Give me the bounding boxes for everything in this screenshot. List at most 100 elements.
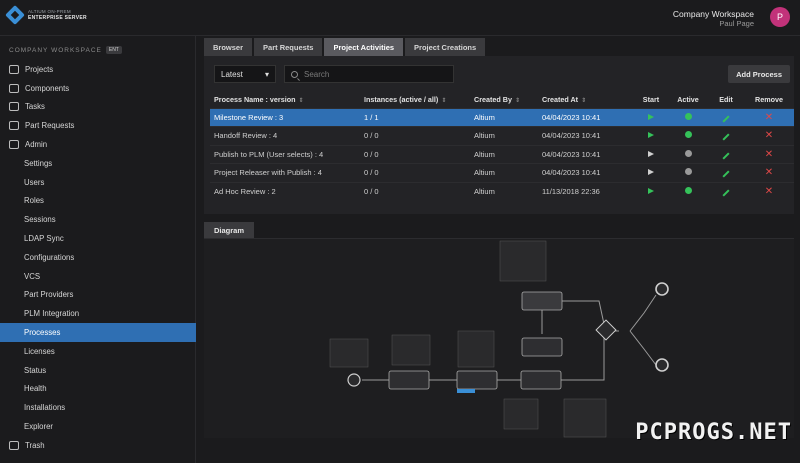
sidebar-item-tasks[interactable]: Tasks [0,98,196,117]
column-header[interactable]: Start [634,92,668,108]
start-process-icon[interactable] [648,150,654,157]
remove-icon[interactable]: ✕ [765,130,773,141]
sidebar-item-installations[interactable]: Installations [0,398,196,417]
sidebar-item-configurations[interactable]: Configurations [0,248,196,267]
task-node [456,370,498,393]
remove-icon[interactable]: ✕ [765,186,773,197]
sidebar-item-label: Processes [24,328,61,338]
sort-icon[interactable]: ⇕ [515,98,520,104]
column-header[interactable]: Created By ⇕ [470,92,538,108]
cell-name: Handoff Review : 4 [210,126,360,145]
account-info[interactable]: Company Workspace Paul Page [673,9,754,29]
search-input[interactable]: Search [284,65,454,83]
processes-panel: Latest ▾ Search Add Process Process Name… [204,56,794,214]
sidebar-item-users[interactable]: Users [0,173,196,192]
sidebar-item-components[interactable]: Components [0,79,196,98]
task-node [521,337,563,357]
sidebar-item-licenses[interactable]: Licenses [0,342,196,361]
tab-project-activities[interactable]: Project Activities [324,38,404,56]
sidebar-item-label: Users [24,177,45,187]
cell-created-at: 04/04/2023 10:41 [538,126,634,145]
cell-created-by: Altium [470,126,538,145]
edit-icon[interactable] [722,133,730,141]
column-header[interactable]: Instances (active / all) ⇕ [360,92,470,108]
remove-icon[interactable]: ✕ [765,112,773,123]
sidebar-item-sessions[interactable]: Sessions [0,210,196,229]
sidebar-item-label: Settings [24,158,53,168]
table-row[interactable]: Milestone Review : 31 / 1 Altium 04/04/202… [210,107,794,127]
cell-created-at: 04/04/2023 10:41 [538,163,634,182]
cell-name: Project Releaser with Publish : 4 [210,163,360,182]
sidebar-item-roles[interactable]: Roles [0,192,196,211]
column-header[interactable]: Remove [744,92,794,108]
workspace-heading: COMPANY WORKSPACE ENT [9,46,122,54]
filter-bar: Latest ▾ Search [214,65,454,83]
sidebar-item-status[interactable]: Status [0,361,196,380]
sidebar-item-part-providers[interactable]: Part Providers [0,286,196,305]
table-row[interactable]: Handoff Review : 40 / 0 Altium 04/04/2023 … [210,126,794,145]
sidebar-item-explorer[interactable]: Explorer [0,417,196,436]
table-row[interactable]: Ad Hoc Review : 20 / 0 Altium 11/13/2018 2… [210,181,794,201]
edit-icon[interactable] [722,189,730,197]
process-diagram[interactable] [204,238,794,438]
tab-browser[interactable]: Browser [204,38,253,56]
sidebar-item-vcs[interactable]: VCS [0,267,196,286]
tab-part-requests[interactable]: Part Requests [254,38,323,56]
sidebar-item-settings[interactable]: Settings [0,154,196,173]
start-process-icon[interactable] [648,169,654,176]
edition-badge: ENT [105,46,122,54]
end-event [655,358,669,372]
table-row[interactable]: Project Releaser with Publish : 40 / 0 Al… [210,163,794,182]
task-node [388,370,430,390]
sidebar-item-label: Explorer [24,422,54,432]
cell-created-by: Altium [470,181,538,201]
task-node [520,370,562,390]
avatar[interactable]: P [770,7,790,27]
sidebar-item-plm-integration[interactable]: PLM Integration [0,304,196,323]
start-process-icon[interactable] [648,113,654,120]
sidebar-item-health[interactable]: Health [0,380,196,399]
column-header[interactable]: Active [668,92,708,108]
version-select[interactable]: Latest ▾ [214,65,276,83]
sidebar-item-projects[interactable]: Projects [0,60,196,79]
edit-icon[interactable] [722,152,730,160]
tab-diagram[interactable]: Diagram [204,222,255,238]
sidebar-item-trash[interactable]: Trash [0,436,196,455]
watermark-text: PCPROGS.NET [635,420,792,445]
cell-created-by: Altium [470,107,538,127]
cell-instances: 0 / 0 [360,144,470,164]
add-process-button[interactable]: Add Process [728,65,790,83]
active-status-icon [684,168,692,176]
column-header[interactable]: Edit [708,92,744,108]
column-header[interactable]: Process Name : version ⇕ [210,92,360,108]
cell-name: Ad Hoc Review : 2 [210,181,360,201]
sort-icon[interactable]: ⇕ [441,98,446,104]
table-row[interactable]: Publish to PLM (User selects) : 40 / 0 Al… [210,144,794,164]
sidebar-item-part-requests[interactable]: Part Requests [0,116,196,135]
start-process-icon[interactable] [648,188,654,194]
edit-icon[interactable] [722,115,730,123]
sort-icon[interactable]: ⇕ [581,98,586,104]
sidebar-item-label: Part Requests [25,121,75,131]
remove-icon[interactable]: ✕ [765,149,773,160]
app-logo[interactable]: ALTIUM ON-PREM ENTERPRISE SERVER [5,5,87,25]
sidebar-item-label: Trash [25,440,45,450]
table-body: Milestone Review : 31 / 1 Altium 04/04/202… [210,107,794,201]
sidebar-item-processes[interactable]: Processes [0,323,196,342]
sidebar-item-label: Admin [25,140,48,150]
start-process-icon[interactable] [648,132,654,139]
sidebar-item-admin[interactable]: Admin [0,135,196,154]
active-status-icon [684,149,692,157]
sidebar-item-ldap-sync[interactable]: LDAP Sync [0,229,196,248]
diagram-canvas [329,240,669,438]
sort-icon[interactable]: ⇕ [299,98,304,104]
process-table: Process Name : version ⇕ Instances (active… [210,92,794,201]
cell-instances: 0 / 0 [360,163,470,182]
tab-project-creations[interactable]: Project Creations [405,38,486,56]
sidebar-item-label: Tasks [25,102,45,112]
edit-icon[interactable] [722,170,730,178]
sidebar: COMPANY WORKSPACE ENT Projects Components… [0,36,196,463]
column-header[interactable]: Created At ⇕ [538,92,634,108]
remove-icon[interactable]: ✕ [765,167,773,178]
sidebar-item-label: Installations [24,403,66,413]
